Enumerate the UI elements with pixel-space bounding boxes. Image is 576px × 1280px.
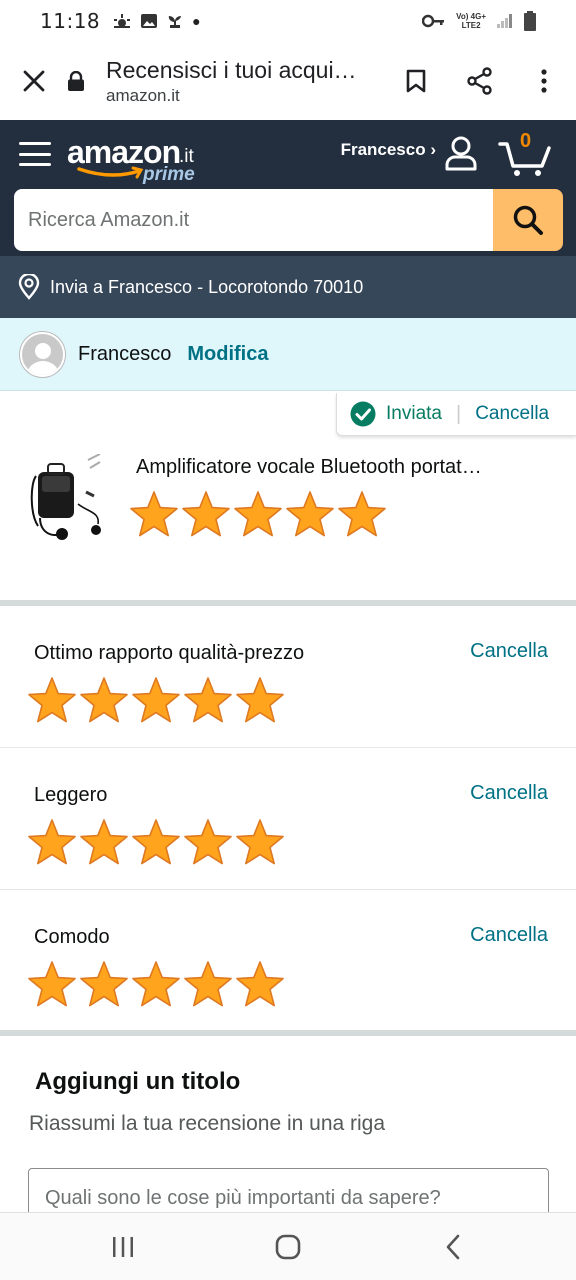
deliver-to-bar[interactable]: Invia a Francesco - Locorotondo 70010: [0, 256, 576, 318]
smile-arrow-icon: [77, 166, 144, 179]
page-domain: amazon.it: [106, 85, 180, 105]
product-star-rating[interactable]: [128, 490, 388, 538]
attribute-rating-row: Comodo Cancella: [0, 890, 576, 1032]
close-icon: [23, 70, 45, 92]
attribute-rating-row: Leggero Cancella: [0, 748, 576, 890]
cart-count: 0: [520, 130, 532, 152]
recent-apps-icon: [112, 1236, 133, 1257]
account-button[interactable]: [444, 135, 478, 176]
recent-apps-button[interactable]: [83, 1217, 163, 1277]
attribute-star-rating[interactable]: [26, 960, 286, 1008]
reviewer-profile: Francesco Modifica: [0, 318, 576, 391]
account-icon: [445, 136, 477, 171]
star-icon[interactable]: [26, 960, 78, 1008]
attribute-cancel-link[interactable]: Cancella: [470, 782, 548, 805]
site-security-button[interactable]: [68, 71, 106, 91]
star-icon[interactable]: [130, 818, 182, 866]
search-bar: [14, 189, 563, 251]
star-icon[interactable]: [180, 490, 232, 538]
attribute-star-rating[interactable]: [26, 676, 286, 724]
star-icon[interactable]: [234, 818, 286, 866]
share-icon: [467, 67, 492, 95]
star-icon[interactable]: [336, 490, 388, 538]
account-label: Francesco ›: [340, 140, 436, 159]
battery-icon: [524, 11, 536, 31]
home-icon: [275, 1234, 301, 1259]
star-icon[interactable]: [232, 490, 284, 538]
star-icon[interactable]: [26, 676, 78, 724]
star-icon[interactable]: [234, 676, 286, 724]
cancel-review-link[interactable]: Cancella: [475, 403, 549, 425]
attribute-star-rating[interactable]: [26, 818, 286, 866]
chip-separator: |: [455, 402, 462, 425]
check-circle-icon: [350, 401, 376, 427]
amazon-prime-logo[interactable]: amazon .it prime: [67, 126, 207, 185]
review-status-chip: Inviata | Cancella: [336, 393, 576, 436]
star-icon[interactable]: [182, 676, 234, 724]
plant-icon: [168, 16, 182, 28]
star-icon[interactable]: [130, 676, 182, 724]
more-options-button[interactable]: [512, 42, 576, 120]
star-icon[interactable]: [78, 960, 130, 1008]
star-icon[interactable]: [78, 818, 130, 866]
avatar: [20, 331, 65, 377]
search-button[interactable]: [493, 189, 563, 251]
back-button[interactable]: [413, 1217, 493, 1277]
review-sent-label: Inviata: [386, 403, 442, 424]
address-bar[interactable]: Recensisci i tuoi acqui… amazon.it: [106, 57, 384, 106]
page-title: Recensisci i tuoi acqui…: [106, 56, 357, 83]
network-type: Vo) 4G+ LTE2: [456, 12, 486, 30]
vpn-key-icon: [422, 14, 445, 28]
add-title-section: Aggiungi un titolo Riassumi la tua recen…: [0, 1036, 576, 1228]
product-title: Amplificatore vocale Bluetooth portat…: [136, 456, 482, 478]
deliver-to-text: Invia a Francesco - Locorotondo 70010: [50, 276, 364, 297]
profile-name: Francesco: [78, 342, 172, 365]
signal-icon: [497, 14, 512, 28]
back-icon: [447, 1234, 460, 1259]
star-icon[interactable]: [78, 676, 130, 724]
status-notification-icons: ●: [112, 13, 201, 29]
notification-dot-icon: ●: [192, 13, 201, 29]
hamburger-icon[interactable]: [19, 142, 51, 166]
star-icon[interactable]: [234, 960, 286, 1008]
more-vert-icon: [541, 69, 547, 93]
attribute-rating-row: Ottimo rapporto qualità-prezzo Cancella: [0, 606, 576, 748]
cart-button[interactable]: 0: [498, 130, 552, 178]
lock-icon: [68, 71, 84, 91]
star-icon[interactable]: [284, 490, 336, 538]
star-icon[interactable]: [128, 490, 180, 538]
attribute-label: Leggero: [34, 784, 108, 806]
status-bar: 11:18 ● Vo) 4G+ LTE2: [0, 0, 576, 42]
status-time: 11:18: [40, 9, 101, 33]
bookmark-button[interactable]: [384, 42, 448, 120]
attribute-cancel-link[interactable]: Cancella: [470, 924, 548, 947]
star-icon[interactable]: [130, 960, 182, 1008]
attribute-label: Comodo: [34, 926, 110, 948]
attribute-cancel-link[interactable]: Cancella: [470, 640, 548, 663]
user-avatar-icon: [26, 342, 59, 375]
attribute-label: Ottimo rapporto qualità-prezzo: [34, 642, 305, 664]
home-button[interactable]: [248, 1217, 328, 1277]
gallery-icon: [141, 14, 158, 28]
bookmark-icon: [406, 69, 426, 93]
star-icon[interactable]: [182, 818, 234, 866]
account-link[interactable]: Francesco ›: [341, 140, 436, 160]
share-button[interactable]: [448, 42, 512, 120]
location-pin-icon: [18, 274, 40, 300]
browser-toolbar: Recensisci i tuoi acqui… amazon.it: [0, 42, 576, 120]
edit-profile-link[interactable]: Modifica: [187, 343, 268, 366]
weather-icon: [114, 14, 131, 28]
system-nav-bar: [0, 1212, 576, 1280]
product-image: [30, 454, 101, 540]
section-heading: Aggiungi un titolo: [35, 1068, 241, 1095]
star-icon[interactable]: [182, 960, 234, 1008]
search-icon: [513, 205, 543, 235]
product-card: Amplificatore vocale Bluetooth portat…: [0, 446, 576, 601]
search-input[interactable]: [14, 189, 493, 251]
star-icon[interactable]: [26, 818, 78, 866]
section-subheading: Riassumi la tua recensione in una riga: [29, 1112, 386, 1135]
close-tab-button[interactable]: [0, 42, 68, 120]
amazon-header: amazon .it prime Francesco › 0: [0, 120, 576, 256]
